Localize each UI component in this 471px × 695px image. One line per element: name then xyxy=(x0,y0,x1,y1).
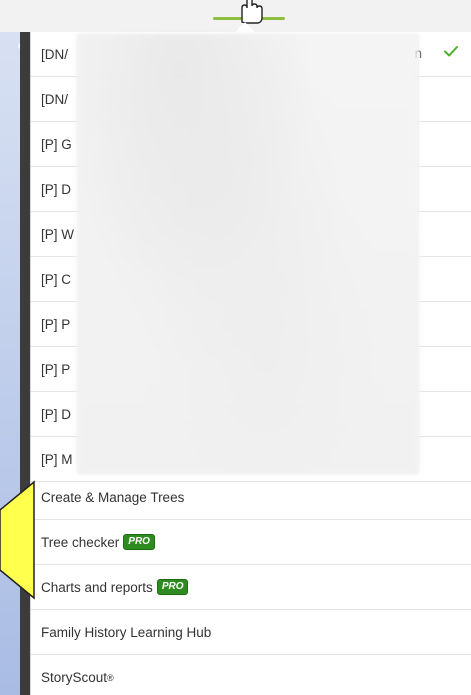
tree-item-label: [P] G xyxy=(41,136,72,152)
blurred-redaction xyxy=(77,34,419,474)
menu-action-label: StoryScout xyxy=(41,670,108,685)
tree-item-label: [DN/ xyxy=(41,46,68,62)
pro-badge: PRO xyxy=(156,579,189,595)
tree-item-label: [DN/ xyxy=(41,91,68,107)
tree-item-label: [P] P xyxy=(41,361,71,377)
create-manage-trees-link[interactable]: Create & Manage Trees xyxy=(31,475,471,520)
learning-hub-link[interactable]: Family History Learning Hub xyxy=(31,610,471,655)
tree-item-label: [P] W xyxy=(41,226,74,242)
menu-action-label: Charts and reports xyxy=(41,579,153,595)
hand-pointer-icon xyxy=(241,0,263,24)
menu-action-label: Family History Learning Hub xyxy=(41,624,212,640)
tree-item-label: [P] D xyxy=(41,181,72,197)
tree-item-label: [P] D xyxy=(41,406,72,422)
callout-arrow-icon xyxy=(0,480,35,600)
tree-item-label: [P] C xyxy=(41,271,72,287)
tree-checker-link[interactable]: Tree checker PRO xyxy=(31,520,471,565)
storyscout-link[interactable]: StoryScout ® xyxy=(31,655,471,695)
registered-mark: ® xyxy=(107,672,114,683)
charts-reports-link[interactable]: Charts and reports PRO xyxy=(31,565,471,610)
menu-action-label: Create & Manage Trees xyxy=(41,489,185,505)
tree-item-label: [P] M xyxy=(41,451,73,467)
menu-action-label: Tree checker xyxy=(41,534,120,550)
checkmark-icon xyxy=(444,46,458,57)
top-navigation-bar xyxy=(0,0,471,32)
pro-badge: PRO xyxy=(123,534,155,550)
tree-switcher-dropdown: [DN/ n [DN/ [P] G [P] D [P] W [P] C [P] … xyxy=(30,32,471,695)
tree-item-label: [P] P xyxy=(41,316,71,332)
